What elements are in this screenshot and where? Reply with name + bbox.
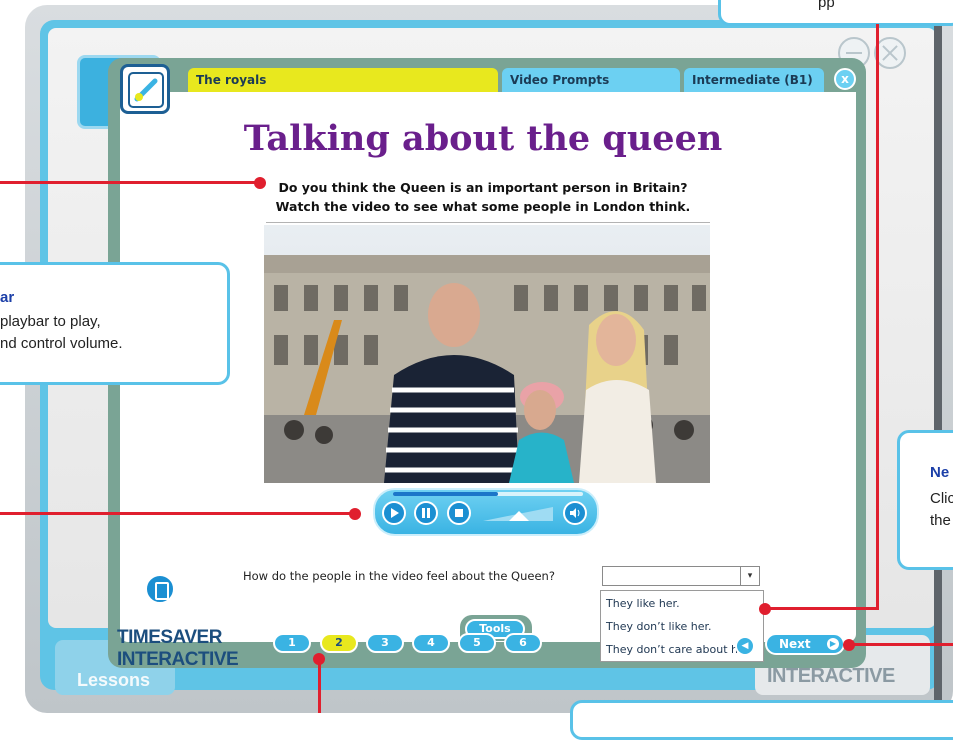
intro-text: Do you think the Queen is an important p… xyxy=(188,178,778,216)
answer-option[interactable]: They don’t like her. xyxy=(606,620,712,633)
answer-option[interactable]: They like her. xyxy=(606,597,680,610)
page-button-2[interactable]: 2 xyxy=(320,633,358,653)
callout-playbar-body: playbar to play, nd control volume. xyxy=(0,311,123,355)
volume-level-icon xyxy=(483,507,553,521)
connector-dot xyxy=(349,508,361,520)
callout-top-text: pp xyxy=(818,0,835,11)
pause-button[interactable] xyxy=(414,501,438,525)
pause-icon xyxy=(422,508,430,518)
page-button-6[interactable]: 6 xyxy=(504,633,542,653)
tab-level: Intermediate (B1) xyxy=(684,68,824,92)
callout-next-body: Clic the xyxy=(930,488,953,532)
page-button-5[interactable]: 5 xyxy=(458,633,496,653)
app-logo-icon xyxy=(120,64,170,114)
background-brand-label: INTERACTIVE xyxy=(767,665,895,687)
volume-slider[interactable] xyxy=(481,505,555,523)
stop-button[interactable] xyxy=(447,501,471,525)
connector-dot xyxy=(254,177,266,189)
callout-next-line-1: Clic xyxy=(930,490,953,507)
callout-playbar-line-2: nd control volume. xyxy=(0,335,123,352)
connector-dot xyxy=(313,653,325,665)
brand-line-1: TIMESAVER xyxy=(117,627,222,648)
stop-icon xyxy=(455,509,463,517)
answer-option[interactable]: They don’t care about her. xyxy=(606,643,752,656)
video-player[interactable] xyxy=(264,225,710,483)
callout-next-title: Ne xyxy=(930,464,950,481)
page-button-3[interactable]: 3 xyxy=(366,633,404,653)
callout-top xyxy=(718,0,953,26)
next-button[interactable]: Next ▶ xyxy=(765,633,845,655)
modal-close-button[interactable]: x xyxy=(834,68,856,90)
divider xyxy=(266,222,710,223)
connector-dot xyxy=(843,639,855,651)
play-icon xyxy=(391,508,399,518)
tab-type: Video Prompts xyxy=(502,68,680,92)
connector-line xyxy=(318,660,321,713)
page-button-4[interactable]: 4 xyxy=(412,633,450,653)
connector-line xyxy=(0,512,355,515)
next-arrow-icon: ▶ xyxy=(827,638,839,650)
intro-line-2: Watch the video to see what some people … xyxy=(275,199,691,214)
play-button[interactable] xyxy=(382,501,406,525)
video-progress-fill xyxy=(393,492,498,496)
tab-topic: The royals xyxy=(188,68,498,92)
callout-playbar-line-1: playbar to play, xyxy=(0,313,101,330)
connector-line xyxy=(765,607,879,610)
brand-line-2: INTERACTIVE xyxy=(117,649,239,670)
next-label: Next xyxy=(779,637,811,651)
notes-button[interactable] xyxy=(145,574,175,604)
connector-line xyxy=(876,24,879,610)
volume-button[interactable] xyxy=(563,501,587,525)
speaker-icon xyxy=(570,508,580,518)
connector-line xyxy=(850,643,953,646)
question-text: How do the people in the video feel abou… xyxy=(243,569,555,583)
connector-dot xyxy=(759,603,771,615)
brand-logo: TIMESAVER INTERACTIVE xyxy=(117,627,239,671)
video-progress-bar[interactable] xyxy=(393,492,583,496)
intro-line-1: Do you think the Queen is an important p… xyxy=(278,180,688,195)
page-button-1[interactable]: 1 xyxy=(273,633,311,653)
video-frame-image xyxy=(264,225,710,483)
page-title: Talking about the queen xyxy=(243,118,723,159)
lessons-label: Lessons xyxy=(77,670,151,690)
dropdown-arrow-icon[interactable]: ▾ xyxy=(740,567,759,585)
callout-bottom xyxy=(570,700,953,740)
callout-next-line-2: the xyxy=(930,512,951,529)
scrollbar[interactable] xyxy=(934,25,942,705)
connector-line xyxy=(0,181,260,184)
callout-playbar-title: ar xyxy=(0,289,15,306)
answer-dropdown[interactable]: ▾ xyxy=(602,566,760,586)
previous-button[interactable]: ◀ xyxy=(735,636,755,656)
